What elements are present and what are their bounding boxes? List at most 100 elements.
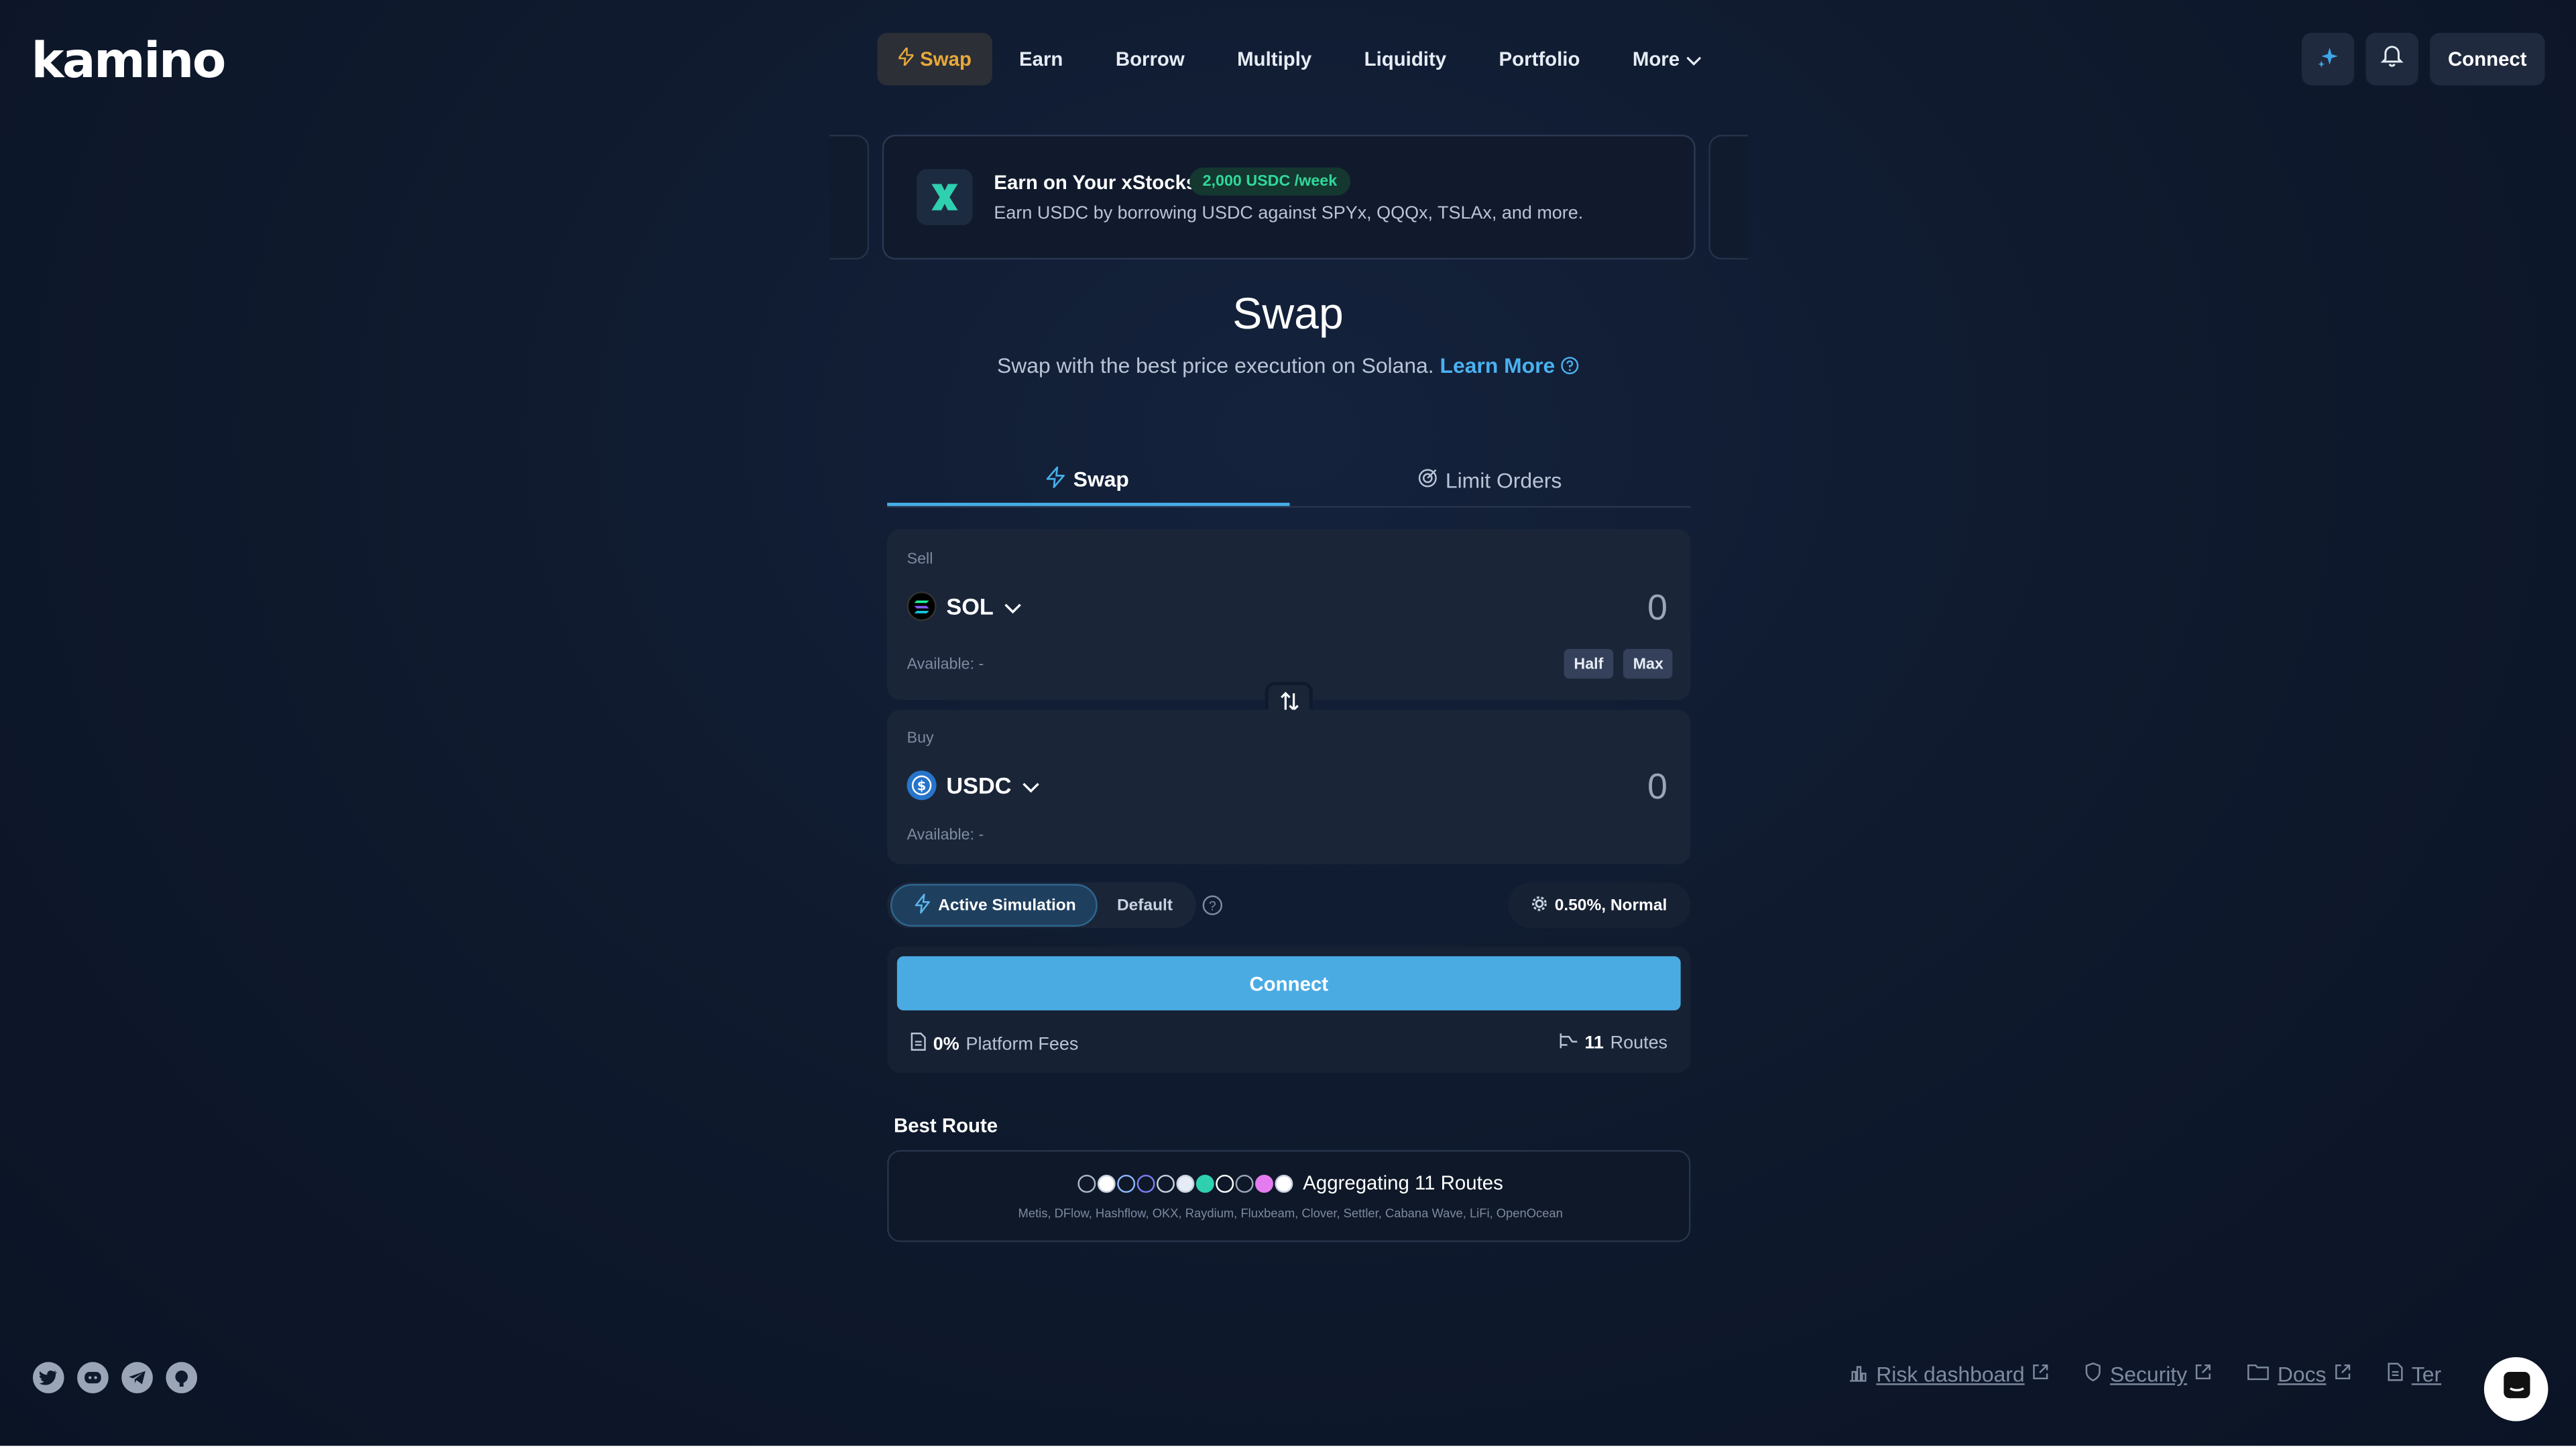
platform-fees: 0% Platform Fees [910,1032,1078,1057]
sell-label: Sell [906,550,933,569]
sol-token-icon [906,591,937,622]
nav-liquidity[interactable]: Liquidity [1338,33,1472,85]
connect-button[interactable]: Connect [896,956,1681,1010]
nav-swap-label: Swap [920,48,972,71]
kamino-logo[interactable]: kamino [32,33,227,91]
buy-amount-output: 0 [1647,765,1668,807]
nav-more[interactable]: More [1606,33,1729,85]
shield-icon [2085,1362,2102,1387]
page-title: Swap [1232,289,1344,339]
risk-dashboard-link[interactable]: Risk dashboard [1849,1362,2050,1387]
github-icon[interactable] [166,1362,198,1393]
connect-card: Connect 0% Platform Fees 11 Routes [887,946,1691,1074]
ai-assistant-button[interactable] [2301,33,2355,86]
buy-available: Available: - [906,826,984,845]
dex-icon [1176,1173,1195,1192]
tab-swap[interactable]: Swap [887,455,1289,506]
external-link-icon [2335,1364,2351,1385]
connect-wallet-button[interactable]: Connect [2429,33,2545,86]
banner-reward-badge: 2,000 USDC /week [1189,167,1350,196]
twitter-icon[interactable] [33,1362,64,1393]
promo-banner[interactable]: Earn on Your xStocks 2,000 USDC /week Ea… [882,134,1696,260]
svg-text:$: $ [917,778,927,794]
banner-prev-peek[interactable] [829,134,870,260]
main-nav: Swap Earn Borrow Multiply Liquidity Port… [877,33,1729,86]
buy-token-symbol: USDC [946,772,1012,799]
telegram-icon[interactable] [121,1362,153,1393]
dex-icon [1136,1173,1155,1192]
bar-chart-icon [1849,1363,1868,1386]
best-route-title: Best Route [893,1114,998,1137]
routes-count: 11 Routes [1558,1032,1667,1055]
slippage-settings-button[interactable]: 0.50%, Normal [1508,882,1691,929]
page-subtitle: Swap with the best price execution on So… [0,353,2576,378]
document-icon [2387,1362,2404,1387]
security-link[interactable]: Security [2085,1362,2212,1387]
footer-links: Risk dashboard Security Docs Ter [1849,1362,2441,1387]
target-icon [1417,468,1437,493]
nav-portfolio[interactable]: Portfolio [1472,33,1606,85]
bottom-edge [0,1446,2576,1449]
nav-multiply[interactable]: Multiply [1211,33,1338,85]
dex-icon [1216,1173,1234,1192]
security-label: Security [2109,1362,2188,1387]
fees-value: 0% [933,1034,959,1054]
question-icon[interactable]: ? [1202,895,1223,915]
chevron-down-icon [1021,772,1039,799]
tab-limit-orders-label: Limit Orders [1445,468,1562,494]
help-circle-icon [1561,353,1579,378]
default-option[interactable]: Default [1098,896,1193,915]
tab-limit-orders[interactable]: Limit Orders [1289,455,1690,506]
chat-icon [2502,1371,2531,1408]
sell-available: Available: - [906,655,984,674]
dex-icon [1275,1173,1293,1192]
swap-tabs: Swap Limit Orders [887,455,1691,508]
dex-icons [1077,1173,1293,1192]
support-chat-button[interactable] [2483,1356,2549,1422]
chevron-down-icon [1004,593,1022,620]
half-button[interactable]: Half [1564,648,1614,679]
nav-earn[interactable]: Earn [993,33,1090,85]
bolt-icon [914,890,931,918]
buy-token-selector[interactable]: $ USDC [906,770,1040,801]
docs-link[interactable]: Docs [2247,1362,2351,1387]
nav-swap[interactable]: Swap [877,33,993,86]
risk-dashboard-label: Risk dashboard [1876,1362,2025,1387]
slippage-value: 0.50%, Normal [1554,896,1667,915]
simulation-mode-toggle: Active Simulation Default [887,882,1196,929]
active-simulation-option[interactable]: Active Simulation [890,884,1098,927]
bolt-icon [1045,463,1067,492]
chevron-down-icon [1686,48,1703,70]
sell-amount-input[interactable]: 0 [1647,587,1667,630]
sparkle-icon [2317,45,2339,73]
active-simulation-label: Active Simulation [938,896,1076,915]
nav-borrow[interactable]: Borrow [1090,33,1211,85]
sell-panel: Sell SOL 0 Available: - Half Max [887,528,1691,700]
nav-more-label: More [1632,48,1680,71]
sell-token-selector[interactable]: SOL [906,591,1022,622]
best-route-card[interactable]: Aggregating 11 Routes Metis, DFlow, Hash… [887,1150,1691,1242]
max-button[interactable]: Max [1623,648,1674,679]
learn-more-link[interactable]: Learn More [1440,353,1580,378]
external-link-icon [2033,1364,2050,1385]
terms-link[interactable]: Ter [2387,1362,2441,1387]
buy-panel: Buy $ USDC 0 Available: - [887,709,1691,864]
terms-label: Ter [2411,1362,2442,1387]
discord-icon[interactable] [77,1362,109,1393]
dex-icon [1117,1173,1136,1192]
xstocks-icon [917,169,973,225]
buy-label: Buy [906,729,934,748]
bolt-icon [896,45,916,70]
aggregating-label: Aggregating 11 Routes [1303,1171,1503,1195]
folder-icon [2247,1364,2270,1385]
banner-next-peek[interactable] [1708,134,1749,260]
docs-label: Docs [2277,1362,2327,1387]
learn-more-label: Learn More [1440,353,1556,378]
subtitle-text: Swap with the best price execution on So… [996,353,1434,378]
fees-label: Platform Fees [965,1034,1079,1054]
dex-icon [1235,1173,1254,1192]
gear-icon [1531,894,1548,916]
dex-icon [1097,1173,1116,1192]
routes-value: 11 [1584,1033,1604,1053]
notifications-button[interactable] [2365,33,2418,86]
